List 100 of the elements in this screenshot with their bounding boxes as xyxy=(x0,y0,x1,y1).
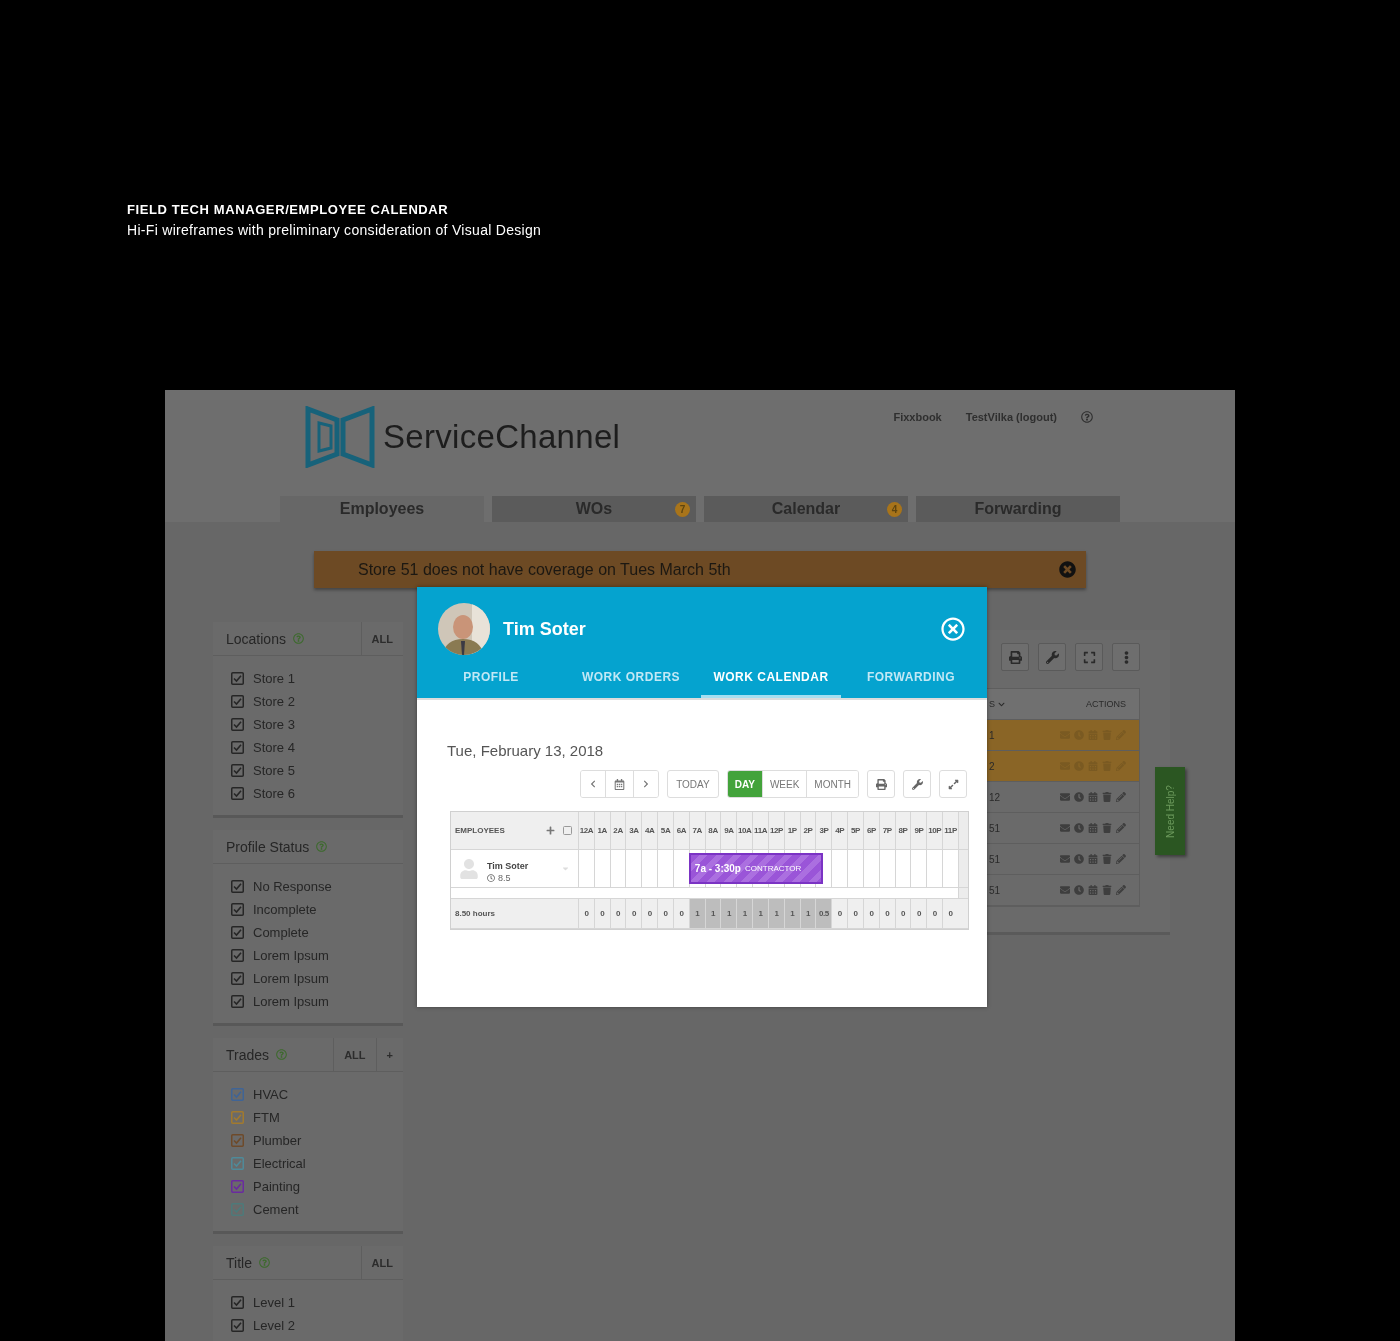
clock-icon[interactable] xyxy=(1074,792,1084,802)
mail-icon[interactable] xyxy=(1060,854,1070,864)
clock-icon[interactable] xyxy=(1074,885,1084,895)
trash-icon[interactable] xyxy=(1102,885,1112,895)
modal-tab[interactable]: FORWARDING xyxy=(841,658,981,698)
trash-icon[interactable] xyxy=(1102,854,1112,864)
view-button[interactable]: MONTH xyxy=(806,771,858,797)
checkbox[interactable] xyxy=(231,995,244,1008)
expand-button[interactable] xyxy=(939,770,967,798)
help-tab[interactable]: Need Help? xyxy=(1155,767,1185,855)
filter-label: Plumber xyxy=(253,1133,302,1148)
pencil-icon[interactable] xyxy=(1116,823,1126,833)
calendar-icon xyxy=(614,778,626,790)
today-button[interactable]: TODAY xyxy=(667,770,719,798)
hour-label: 5A xyxy=(657,812,673,849)
calendar-icon[interactable] xyxy=(1088,885,1098,895)
caret-icon[interactable] xyxy=(561,864,570,873)
calendar-icon[interactable] xyxy=(1088,792,1098,802)
fullscreen-button[interactable] xyxy=(1075,643,1103,671)
pencil-icon[interactable] xyxy=(1116,885,1126,895)
add-icon[interactable] xyxy=(546,826,555,835)
hour-total: 1 xyxy=(720,899,737,928)
view-button[interactable]: DAY xyxy=(727,771,762,797)
checkbox[interactable] xyxy=(231,718,244,731)
checkbox[interactable] xyxy=(231,1296,244,1309)
filter-title: Trades xyxy=(226,1046,270,1063)
checkbox[interactable] xyxy=(231,1203,244,1216)
hour-total: 0 xyxy=(863,899,879,928)
close-icon[interactable] xyxy=(941,617,965,641)
checkbox[interactable] xyxy=(231,672,244,685)
checkbox[interactable] xyxy=(231,972,244,985)
expand-icon xyxy=(947,778,959,790)
clock-icon[interactable] xyxy=(1074,823,1084,833)
checkbox[interactable] xyxy=(231,1319,244,1332)
checkbox[interactable] xyxy=(231,764,244,777)
checkbox[interactable] xyxy=(231,787,244,800)
wrench-button[interactable] xyxy=(1038,643,1066,671)
hours-text: 8.5 xyxy=(487,872,553,883)
checkbox[interactable] xyxy=(231,903,244,916)
more-button[interactable] xyxy=(1112,643,1140,671)
mail-icon[interactable] xyxy=(1060,792,1070,802)
trash-icon[interactable] xyxy=(1102,823,1112,833)
filter-label: Store 5 xyxy=(253,763,295,778)
checkbox[interactable] xyxy=(231,1134,244,1147)
logo-text: ServiceChannel xyxy=(383,418,621,456)
hour-total: 1 xyxy=(736,899,753,928)
calendar-icon[interactable] xyxy=(1088,854,1098,864)
mail-icon[interactable] xyxy=(1060,823,1070,833)
filter-label: FTM xyxy=(253,1110,280,1125)
hour-label: 9A xyxy=(720,812,737,849)
clock-icon[interactable] xyxy=(1074,854,1084,864)
checkbox[interactable] xyxy=(231,880,244,893)
schedule-event[interactable]: 7a - 3:30p CONTRACTOR xyxy=(688,853,824,884)
help-icon[interactable] xyxy=(1081,411,1093,423)
filter-label: Store 2 xyxy=(253,694,295,709)
hour-label: 11A xyxy=(752,812,768,849)
checkbox[interactable] xyxy=(231,926,244,939)
trash-icon[interactable] xyxy=(1102,792,1112,802)
chevron-right-icon xyxy=(642,780,651,788)
checkbox[interactable] xyxy=(231,1180,244,1193)
filter-action[interactable]: ALL xyxy=(360,1246,403,1279)
mail-icon[interactable] xyxy=(1060,885,1070,895)
checkbox[interactable] xyxy=(231,741,244,754)
modal-tab[interactable]: PROFILE xyxy=(421,658,561,698)
header-link[interactable]: Fixxbook xyxy=(893,411,942,423)
date-heading: Tue, February 13, 2018 xyxy=(447,742,605,759)
modal-tab[interactable]: WORK CALENDAR xyxy=(701,658,841,698)
filter-label: Electrical xyxy=(253,1156,306,1171)
table-cell: 51 xyxy=(989,853,1001,865)
chevron-down-icon[interactable] xyxy=(998,700,1005,708)
filter-action[interactable]: + xyxy=(375,1038,403,1071)
calendar-icon[interactable] xyxy=(1088,823,1098,833)
filter-label: Lorem Ipsum xyxy=(253,994,329,1009)
pencil-icon[interactable] xyxy=(1116,792,1126,802)
checkbox[interactable] xyxy=(231,949,244,962)
filter-action[interactable]: ALL xyxy=(360,622,403,655)
table-cell: 12 xyxy=(989,791,1001,803)
hour-total: 0 xyxy=(942,899,958,928)
hour-label: 12P xyxy=(768,812,784,849)
checkbox[interactable] xyxy=(563,826,572,835)
help-icon xyxy=(258,1257,270,1268)
filter-label: HVAC xyxy=(253,1087,289,1102)
filter-label: Level 1 xyxy=(253,1295,295,1310)
filter-action[interactable]: ALL xyxy=(333,1038,376,1071)
header-link[interactable]: TestVilka (logout) xyxy=(965,411,1057,423)
pencil-icon[interactable] xyxy=(1116,854,1126,864)
checkbox[interactable] xyxy=(231,695,244,708)
hour-total: 0 xyxy=(878,899,895,928)
column-header: ACTIONS xyxy=(1086,699,1127,709)
hour-label: 4A xyxy=(641,812,658,849)
modal-tab[interactable]: WORK ORDERS xyxy=(561,658,701,698)
checkbox[interactable] xyxy=(231,1088,244,1101)
checkbox[interactable] xyxy=(231,1111,244,1124)
total-hours: 8.50 hours xyxy=(454,908,496,920)
filter-label: No Response xyxy=(253,879,332,894)
checkbox[interactable] xyxy=(231,1157,244,1170)
close-icon[interactable] xyxy=(1059,561,1076,578)
table-cell: 1 xyxy=(989,729,995,741)
print-button[interactable] xyxy=(1001,643,1029,671)
nav-tab[interactable]: Employees xyxy=(280,496,484,522)
